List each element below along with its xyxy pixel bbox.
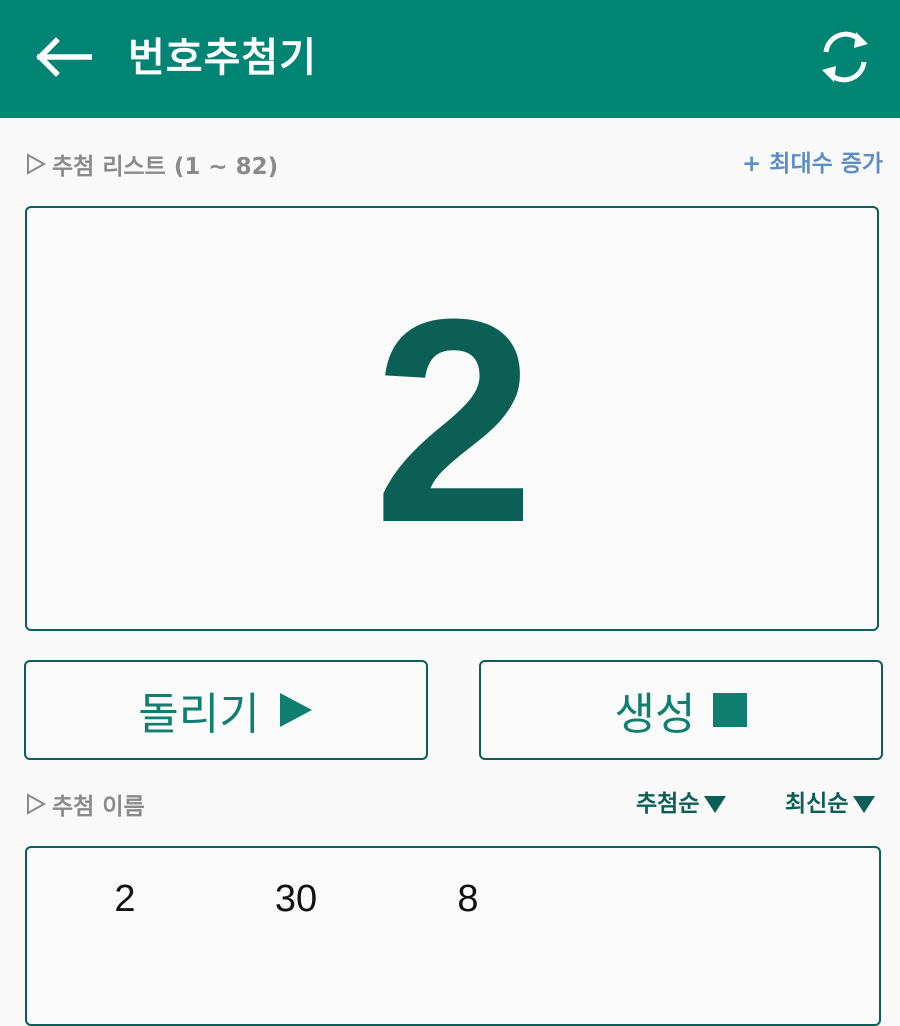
increase-max-button[interactable]: + 최대수 증가: [742, 146, 883, 182]
back-button[interactable]: [28, 30, 98, 84]
draw-list-label-row: 추첨 리스트 (1 ~ 82): [26, 146, 278, 182]
names-label-row: 추첨 이름: [26, 786, 145, 822]
app-bar: 번호추첨기: [0, 0, 900, 118]
result-item: 30: [274, 878, 318, 920]
result-item: 2: [114, 878, 136, 920]
arrow-left-icon: [36, 37, 92, 77]
sort-by-recent-button[interactable]: 최신순: [785, 786, 876, 822]
triangle-down-icon: [852, 794, 876, 814]
names-label: 추첨 이름: [52, 794, 145, 820]
spin-button[interactable]: 돌리기: [24, 660, 428, 760]
sort-recent-label: 최신순: [785, 791, 849, 817]
triangle-right-outline-icon: [26, 793, 46, 815]
play-icon: [279, 693, 312, 727]
number-display: 2: [25, 206, 879, 631]
generate-button[interactable]: 생성: [479, 660, 883, 760]
draw-list-label: 추첨 리스트 (1 ~ 82): [52, 154, 279, 180]
refresh-button[interactable]: [810, 24, 880, 90]
sort-by-draw-button[interactable]: 추첨순: [636, 786, 727, 822]
sort-draw-label: 추첨순: [636, 791, 700, 817]
triangle-right-outline-icon: [26, 153, 46, 175]
stop-icon: [713, 693, 748, 727]
refresh-icon: [822, 31, 868, 83]
results-list: 2 30 8: [25, 846, 881, 1026]
spin-label: 돌리기: [138, 689, 260, 740]
current-number: 2: [373, 258, 535, 583]
triangle-down-icon: [703, 794, 727, 814]
generate-label: 생성: [614, 689, 696, 740]
result-item: 8: [457, 878, 479, 920]
page-title: 번호추첨기: [128, 35, 317, 81]
